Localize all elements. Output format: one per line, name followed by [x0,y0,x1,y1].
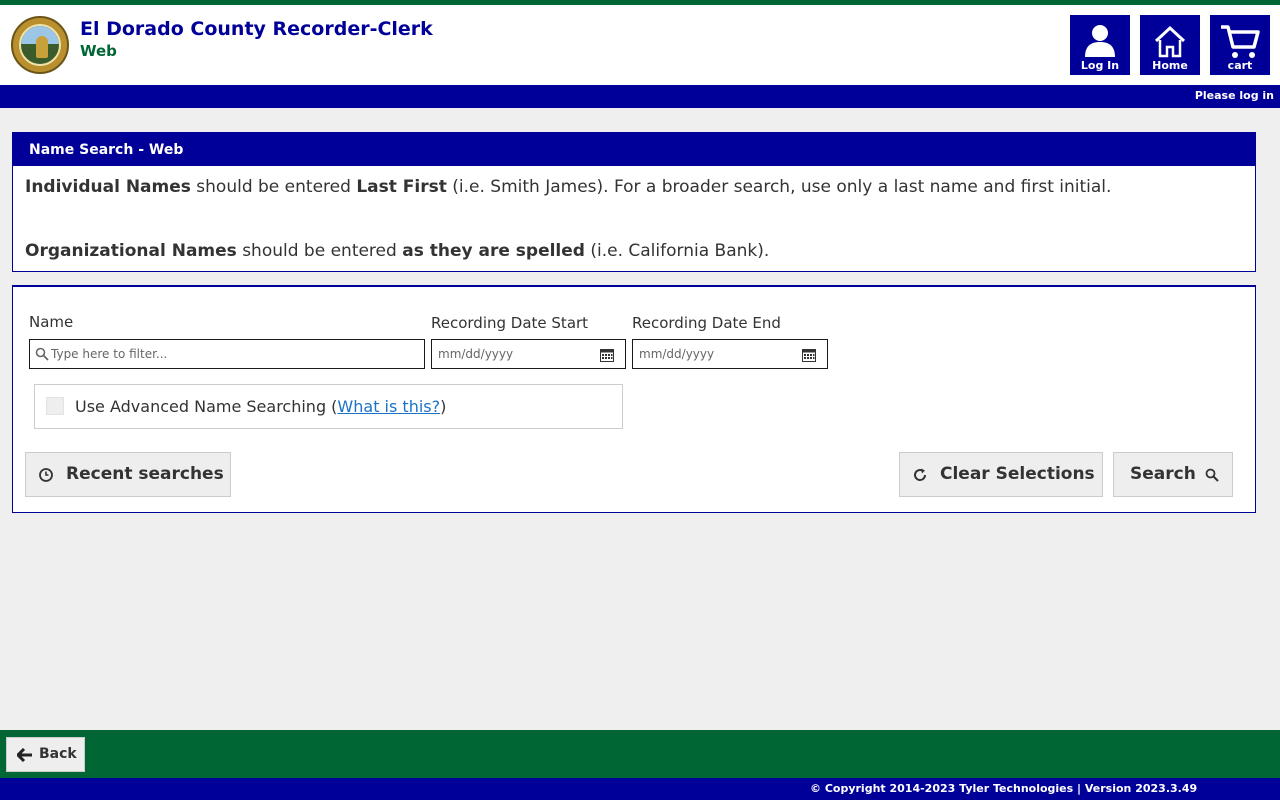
what-is-this-link[interactable]: What is this? [337,397,440,416]
recording-date-start-label: Recording Date Start [431,314,589,332]
recent-searches-button[interactable]: Recent searches [25,452,231,497]
cart-label: cart [1227,59,1253,72]
footer-bar: Back [0,730,1280,778]
name-input[interactable]: Type here to filter... [29,339,425,369]
recording-date-end-label: Recording Date End [632,314,781,332]
date-end-placeholder: mm/dd/yyyy [639,347,715,361]
home-button[interactable]: Home [1140,15,1200,75]
cart-button[interactable]: cart [1210,15,1270,75]
recording-date-start-input[interactable]: mm/dd/yyyy [431,339,626,369]
name-placeholder: Type here to filter... [51,347,168,361]
back-label: Back [39,746,77,762]
advanced-search-option: Use Advanced Name Searching (What is thi… [34,384,623,429]
advanced-name-searching-checkbox[interactable] [46,397,64,415]
search-label: Search [1130,464,1196,484]
advanced-name-searching-label: Use Advanced Name Searching (What is thi… [75,397,447,416]
organizational-names-instruction: Organizational Names should be entered a… [25,241,770,261]
copyright-text: © Copyright 2014-2023 Tyler Technologies… [810,782,1198,795]
site-header: El Dorado County Recorder-Clerk Web Log … [0,5,1280,85]
panel-heading: Name Search - Web [13,133,1255,166]
calendar-icon[interactable] [802,348,816,362]
site-title: El Dorado County Recorder-Clerk [80,18,433,40]
individual-names-instruction: Individual Names should be entered Last … [25,177,1112,197]
cart-icon [1221,25,1260,58]
info-panel: Name Search - Web Individual Names shoul… [12,132,1256,272]
arrow-left-icon [17,748,32,762]
site-subtitle: Web [80,42,117,60]
refresh-icon [914,468,927,481]
home-label: Home [1152,59,1188,72]
login-button[interactable]: Log In [1070,15,1130,75]
copyright-bar: © Copyright 2014-2023 Tyler Technologies… [0,778,1280,800]
search-form-panel: Name Type here to filter... Recording Da… [12,285,1256,513]
clear-selections-label: Clear Selections [940,464,1095,484]
navbar: Please log in [0,85,1280,108]
county-seal-logo [11,16,69,74]
calendar-icon[interactable] [600,348,614,362]
user-icon [1085,25,1115,57]
login-label: Log In [1080,59,1120,72]
search-icon [35,347,49,361]
search-icon [1205,468,1219,482]
name-label: Name [29,313,74,331]
back-button[interactable]: Back [6,737,85,772]
login-status: Please log in [1194,89,1274,102]
date-start-placeholder: mm/dd/yyyy [438,347,514,361]
clear-selections-button[interactable]: Clear Selections [899,452,1103,497]
clock-icon [39,468,53,482]
recording-date-end-input[interactable]: mm/dd/yyyy [632,339,828,369]
recent-searches-label: Recent searches [66,464,224,484]
home-icon [1154,25,1186,58]
search-button[interactable]: Search [1113,452,1233,497]
